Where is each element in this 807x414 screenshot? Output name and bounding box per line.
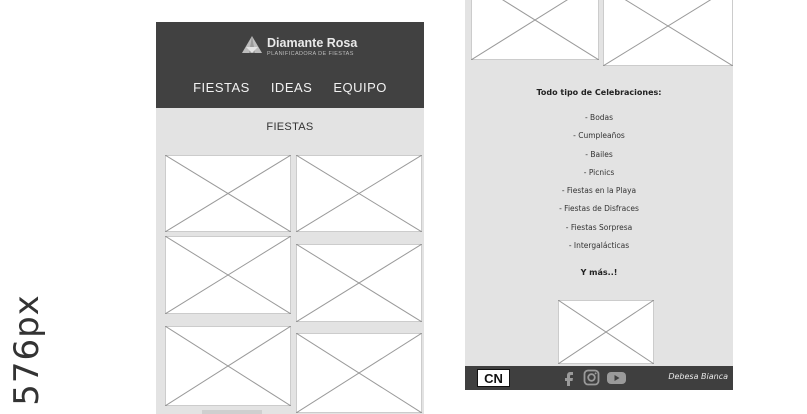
social-links bbox=[560, 369, 627, 386]
list-item: - Intergalácticas bbox=[568, 241, 630, 251]
pagination-bar bbox=[202, 410, 262, 414]
image-placeholder bbox=[558, 300, 654, 364]
image-placeholder bbox=[165, 155, 291, 232]
mobile-mockup-right: Todo tipo de Celebraciones: - Bodas - Cu… bbox=[465, 0, 733, 390]
nav-item-ideas[interactable]: IDEAS bbox=[271, 80, 313, 95]
site-header: Diamante Rosa PLANIFICADORA DE FIESTAS F… bbox=[156, 22, 424, 108]
list-item: - Cumpleaños bbox=[573, 131, 625, 141]
list-item: - Fiestas en la Playa bbox=[561, 186, 637, 196]
viewport-size-text: 576px bbox=[7, 294, 47, 406]
celebrations-list: - Bodas - Cumpleaños - Bailes - Picnics … bbox=[465, 112, 733, 258]
nav-item-fiestas[interactable]: FIESTAS bbox=[193, 80, 250, 95]
image-placeholder bbox=[471, 0, 599, 60]
list-item: - Picnics bbox=[583, 167, 615, 177]
site-footer: CN Debesa Bianca bbox=[465, 366, 733, 390]
section-title: FIESTAS bbox=[266, 121, 314, 133]
image-placeholder bbox=[603, 0, 733, 66]
viewport-size-label: 576px bbox=[2, 294, 52, 406]
brand-name: Diamante Rosa bbox=[267, 36, 358, 50]
footer-author: Debesa Bianca bbox=[668, 372, 728, 381]
youtube-icon[interactable] bbox=[606, 369, 627, 386]
facebook-icon[interactable] bbox=[560, 369, 577, 386]
list-item: - Fiestas Sorpresa bbox=[565, 222, 633, 232]
mobile-mockup-left: Diamante Rosa PLANIFICADORA DE FIESTAS F… bbox=[156, 22, 424, 414]
more-text: Y más..! bbox=[580, 268, 618, 277]
image-placeholder bbox=[296, 244, 422, 322]
image-placeholder bbox=[296, 333, 422, 413]
image-placeholder bbox=[165, 236, 291, 314]
image-placeholder bbox=[296, 155, 422, 232]
celebrations-title: Todo tipo de Celebraciones: bbox=[536, 88, 662, 97]
brand-logo[interactable]: Diamante Rosa PLANIFICADORA DE FIESTAS bbox=[242, 34, 362, 62]
main-nav: FIESTAS IDEAS EQUIPO bbox=[156, 80, 424, 95]
image-placeholder bbox=[165, 326, 291, 406]
list-item: - Fiestas de Disfraces bbox=[559, 204, 639, 214]
diamond-icon bbox=[242, 36, 262, 53]
brand-tagline: PLANIFICADORA DE FIESTAS bbox=[267, 51, 354, 57]
list-item: - Bailes bbox=[585, 149, 613, 159]
cn-logo: CN bbox=[477, 369, 510, 387]
instagram-icon[interactable] bbox=[583, 369, 600, 386]
list-item: - Bodas bbox=[584, 113, 614, 122]
nav-item-equipo[interactable]: EQUIPO bbox=[333, 80, 387, 95]
